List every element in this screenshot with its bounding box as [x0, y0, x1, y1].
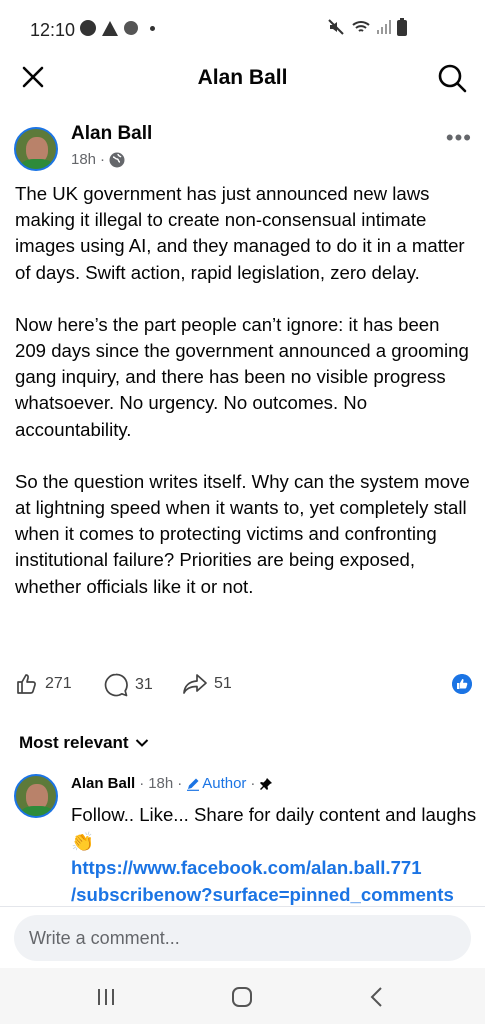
status-time: 12:10	[30, 20, 76, 40]
more-notifications-dot	[150, 25, 155, 31]
messenger-icon	[80, 20, 96, 36]
thumbs-up-icon	[17, 674, 36, 694]
comment-meta-separator: ·	[250, 775, 256, 792]
clapping-hands-icon: 👏	[71, 830, 95, 852]
comment-count: 31	[135, 676, 153, 693]
comment-button[interactable]: 31	[103, 672, 153, 698]
post-header: Alan Ball 18h · •••	[14, 123, 474, 173]
like-button[interactable]: 271	[15, 672, 72, 696]
like-count: 271	[45, 675, 72, 692]
chevron-down-icon	[135, 739, 148, 747]
recent-apps-icon[interactable]	[92, 982, 122, 1012]
comment-link-continued[interactable]: /subscribenow?surface=pinned_comments	[71, 882, 481, 909]
comment-text: Follow.. Like... Share for daily content…	[71, 802, 481, 908]
search-icon[interactable]	[437, 63, 467, 93]
share-button[interactable]: 51	[182, 672, 232, 696]
globe-icon	[109, 152, 125, 167]
notification-icons	[80, 20, 155, 36]
sync-icon	[124, 21, 138, 35]
author-badge: Author	[186, 775, 246, 792]
post-meta: 18h ·	[71, 151, 125, 168]
post-paragraph: The UK government has just announced new…	[15, 183, 465, 283]
commenter-avatar[interactable]	[14, 774, 58, 818]
meta-separator: ·	[100, 151, 106, 168]
more-options-icon[interactable]: •••	[446, 125, 472, 151]
comment-body: Follow.. Like... Share for daily content…	[71, 804, 477, 825]
share-arrow-icon	[183, 674, 207, 694]
comment-sort-dropdown[interactable]: Most relevant	[19, 733, 149, 753]
back-icon[interactable]	[362, 982, 392, 1012]
post-author-name[interactable]: Alan Ball	[71, 123, 152, 145]
page-title: Alan Ball	[197, 66, 288, 89]
sort-label: Most relevant	[19, 733, 129, 752]
mute-icon	[328, 19, 344, 35]
comment-link[interactable]: https://www.facebook.com/alan.ball.771	[71, 855, 481, 882]
comment-composer: Write a comment...	[0, 906, 485, 969]
pencil-icon	[187, 778, 200, 791]
author-badge-label: Author	[202, 775, 247, 792]
reactions-bar: 271 31 51	[15, 672, 475, 700]
comment-input[interactable]: Write a comment...	[14, 915, 471, 961]
home-icon[interactable]	[227, 982, 257, 1012]
post-paragraph: So the question writes itself. Why can t…	[15, 470, 470, 597]
comment-meta-separator: ·	[139, 775, 145, 792]
like-reaction-icon[interactable]	[452, 674, 472, 694]
author-avatar[interactable]	[14, 127, 58, 171]
post-paragraph: Now here’s the part people can’t ignore:…	[15, 313, 469, 440]
comment-time: 18h	[148, 775, 174, 792]
comment-meta-separator: ·	[177, 775, 183, 792]
post-time[interactable]: 18h	[71, 151, 96, 168]
alert-icon	[102, 20, 118, 36]
share-count: 51	[214, 675, 232, 692]
post-text: The UK government has just announced new…	[15, 181, 475, 626]
battery-icon	[397, 18, 407, 36]
signal-icon	[377, 20, 391, 34]
commenter-name[interactable]: Alan Ball	[71, 775, 135, 792]
pin-icon	[260, 777, 273, 790]
system-navigation-bar	[0, 968, 485, 1024]
status-bar: 12:10	[0, 0, 485, 58]
wifi-icon	[352, 21, 370, 32]
system-icons	[327, 18, 407, 36]
comment-header: Alan Ball · 18h · Author ·	[71, 775, 273, 792]
comment-bubble-icon	[104, 673, 128, 697]
app-bar: Alan Ball	[0, 58, 485, 98]
